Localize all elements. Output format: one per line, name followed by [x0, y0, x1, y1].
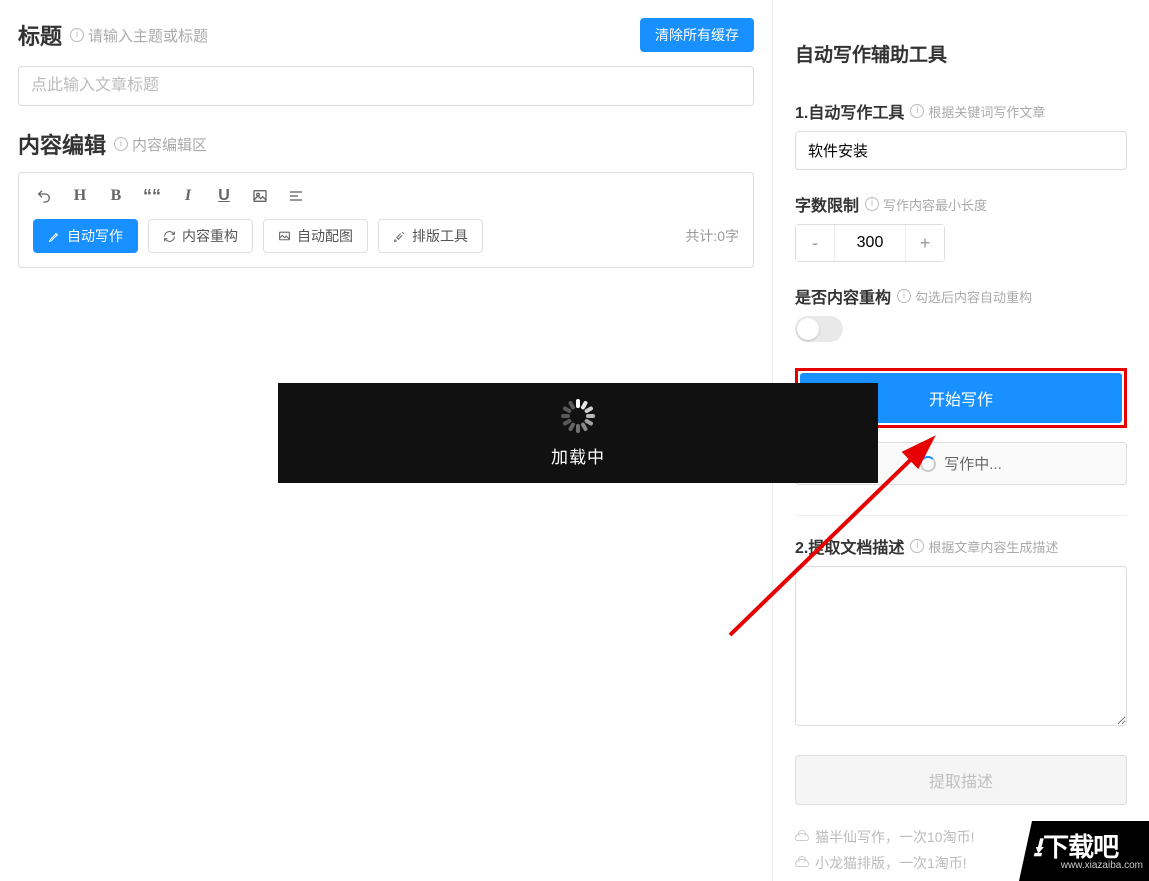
editor-box: H B ““ I U 自动写作 内容重构 [18, 172, 754, 268]
spinner-icon [920, 456, 936, 472]
cloud-icon [795, 833, 809, 841]
info-icon: i [910, 539, 924, 553]
undo-icon[interactable] [33, 185, 55, 207]
wordlimit-label: 字数限制 i写作内容最小长度 [795, 192, 1127, 216]
editor-toolbar: H B ““ I U [19, 173, 753, 219]
title-hint: i 请输入主题或标题 [70, 25, 208, 46]
stepper-plus-button[interactable]: + [906, 225, 944, 261]
loading-text: 加载中 [551, 443, 605, 468]
info-icon: i [910, 104, 924, 118]
panel-title: 自动写作辅助工具 [795, 40, 1127, 67]
italic-icon[interactable]: I [177, 185, 199, 207]
auto-write-button[interactable]: 自动写作 [33, 219, 138, 253]
title-heading: 标题 [18, 19, 62, 51]
quote-icon[interactable]: ““ [141, 185, 163, 207]
underline-icon[interactable]: U [213, 185, 235, 207]
extract-description-button[interactable]: 提取描述 [795, 755, 1127, 805]
restructure-toggle[interactable] [795, 316, 843, 342]
section1-label: 1.自动写作工具 i根据关键词写作文章 [795, 99, 1127, 123]
word-count: 共计:0字 [685, 226, 739, 246]
wordlimit-input[interactable] [834, 225, 906, 261]
title-input[interactable] [18, 66, 754, 106]
layout-tool-button[interactable]: 排版工具 [378, 219, 483, 253]
image-icon[interactable] [249, 185, 271, 207]
watermark-logo: ⭳下载吧 www.xiazaiba.com [1019, 821, 1149, 881]
info-icon: i [897, 289, 911, 303]
download-icon: ⭳ [1033, 834, 1041, 860]
keyword-input[interactable] [795, 131, 1127, 170]
description-textarea[interactable] [795, 566, 1127, 726]
heading-icon[interactable]: H [69, 185, 91, 207]
bold-icon[interactable]: B [105, 185, 127, 207]
restructure-button[interactable]: 内容重构 [148, 219, 253, 253]
cloud-icon [795, 859, 809, 867]
info-icon: i [70, 28, 84, 42]
info-icon: i [114, 137, 128, 151]
spinner-icon [561, 399, 595, 433]
loading-overlay: 加载中 [278, 383, 878, 483]
section2-label: 2.提取文档描述 i根据文章内容生成描述 [795, 534, 1127, 558]
content-hint: i 内容编辑区 [114, 134, 207, 155]
stepper-minus-button[interactable]: - [796, 225, 834, 261]
restructure-toggle-label: 是否内容重构 i勾选后内容自动重构 [795, 284, 1127, 308]
align-icon[interactable] [285, 185, 307, 207]
auto-image-button[interactable]: 自动配图 [263, 219, 368, 253]
clear-cache-button[interactable]: 清除所有缓存 [640, 18, 754, 52]
content-heading: 内容编辑 [18, 128, 106, 160]
wordlimit-stepper: - + [795, 224, 945, 262]
info-icon: i [865, 197, 879, 211]
